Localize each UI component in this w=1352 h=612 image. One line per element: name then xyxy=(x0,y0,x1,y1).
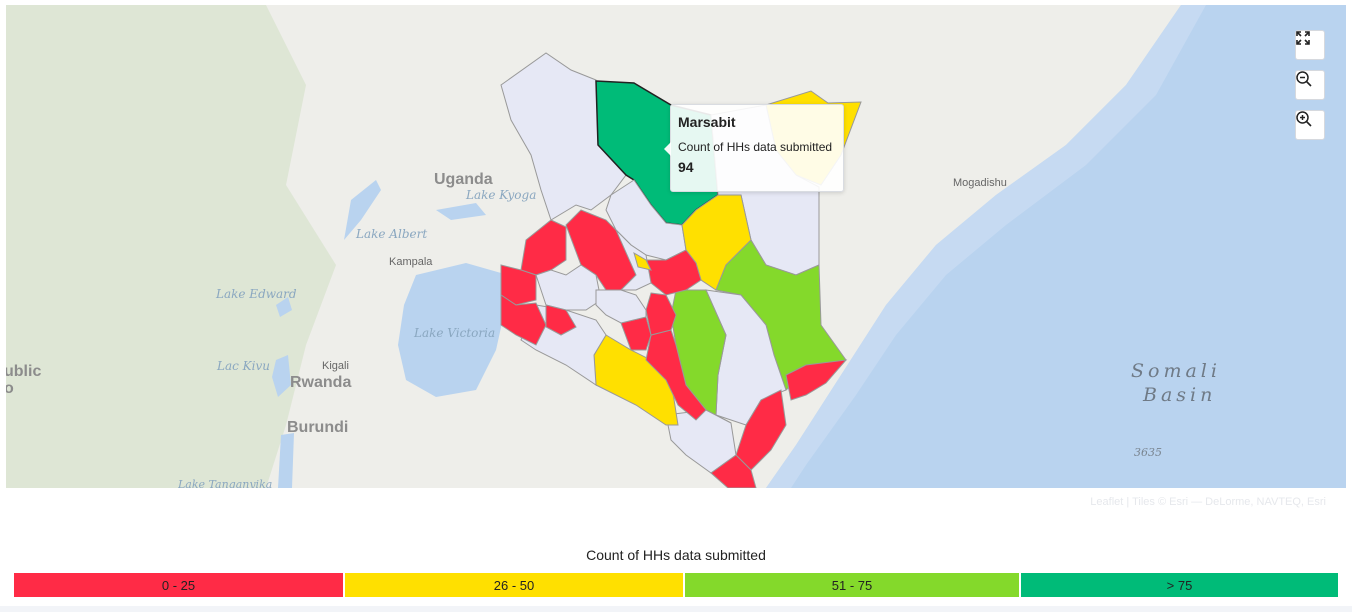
zoom-out-icon xyxy=(1296,71,1312,87)
label-mogadishu: Mogadishu xyxy=(953,177,1007,189)
label-basin: Basin xyxy=(1143,384,1217,406)
label-uganda: Uganda xyxy=(434,171,493,188)
zoom-out-button[interactable] xyxy=(1295,70,1325,100)
lake-kyoga xyxy=(436,203,486,220)
map-panel: Uganda Lake Kyoga Lake Albert Kampala La… xyxy=(0,0,1352,606)
choropleth-map[interactable]: Uganda Lake Kyoga Lake Albert Kampala La… xyxy=(6,5,1346,488)
label-kigali: Kigali xyxy=(322,360,349,372)
label-depth: 3635 xyxy=(1134,446,1162,459)
label-rwanda: Rwanda xyxy=(290,374,352,391)
legend-item-low: 0 - 25 xyxy=(14,573,343,597)
legend-bar: 0 - 25 26 - 50 51 - 75 > 75 xyxy=(14,573,1338,597)
label-lake-kyoga: Lake Kyoga xyxy=(466,188,537,202)
label-lake-tanganyika: Lake Tanganyika xyxy=(178,479,273,488)
county-nakuru[interactable] xyxy=(595,289,647,324)
tooltip-value: 94 xyxy=(678,159,694,175)
label-lake-edward: Lake Edward xyxy=(216,287,297,301)
label-lake-albert: Lake Albert xyxy=(356,227,428,241)
expand-icon xyxy=(1296,31,1310,45)
legend-item-mid: 26 - 50 xyxy=(345,573,683,597)
label-somali: Somali xyxy=(1131,360,1221,382)
label-public: ublic xyxy=(6,363,42,380)
label-burundi: Burundi xyxy=(287,419,349,436)
tooltip-title: Marsabit xyxy=(678,114,736,130)
western-vegetation xyxy=(6,5,336,488)
county-kakamega[interactable] xyxy=(535,264,602,311)
indian-ocean xyxy=(766,5,1346,488)
legend-title: Count of HHs data submitted xyxy=(586,547,766,563)
zoom-in-icon xyxy=(1296,111,1312,127)
label-kampala: Kampala xyxy=(389,256,433,268)
map-canvas[interactable] xyxy=(6,5,1346,488)
legend-item-high: 51 - 75 xyxy=(685,573,1019,597)
map-attribution[interactable]: Leaflet | Tiles © Esri — DeLorme, NAVTEQ… xyxy=(1090,496,1326,508)
county-west-pokot[interactable] xyxy=(520,219,567,276)
label-public-2: o xyxy=(6,380,14,397)
county-nyeri[interactable] xyxy=(645,292,677,336)
fullscreen-button[interactable] xyxy=(1295,30,1325,60)
county-tooltip: Marsabit Count of HHs data submitted 94 xyxy=(664,104,844,192)
label-lac-kivu: Lac Kivu xyxy=(217,359,270,373)
legend-item-top: > 75 xyxy=(1021,573,1338,597)
zoom-in-button[interactable] xyxy=(1295,110,1325,140)
tooltip-label: Count of HHs data submitted xyxy=(678,140,833,154)
label-lake-victoria: Lake Victoria xyxy=(414,326,496,340)
